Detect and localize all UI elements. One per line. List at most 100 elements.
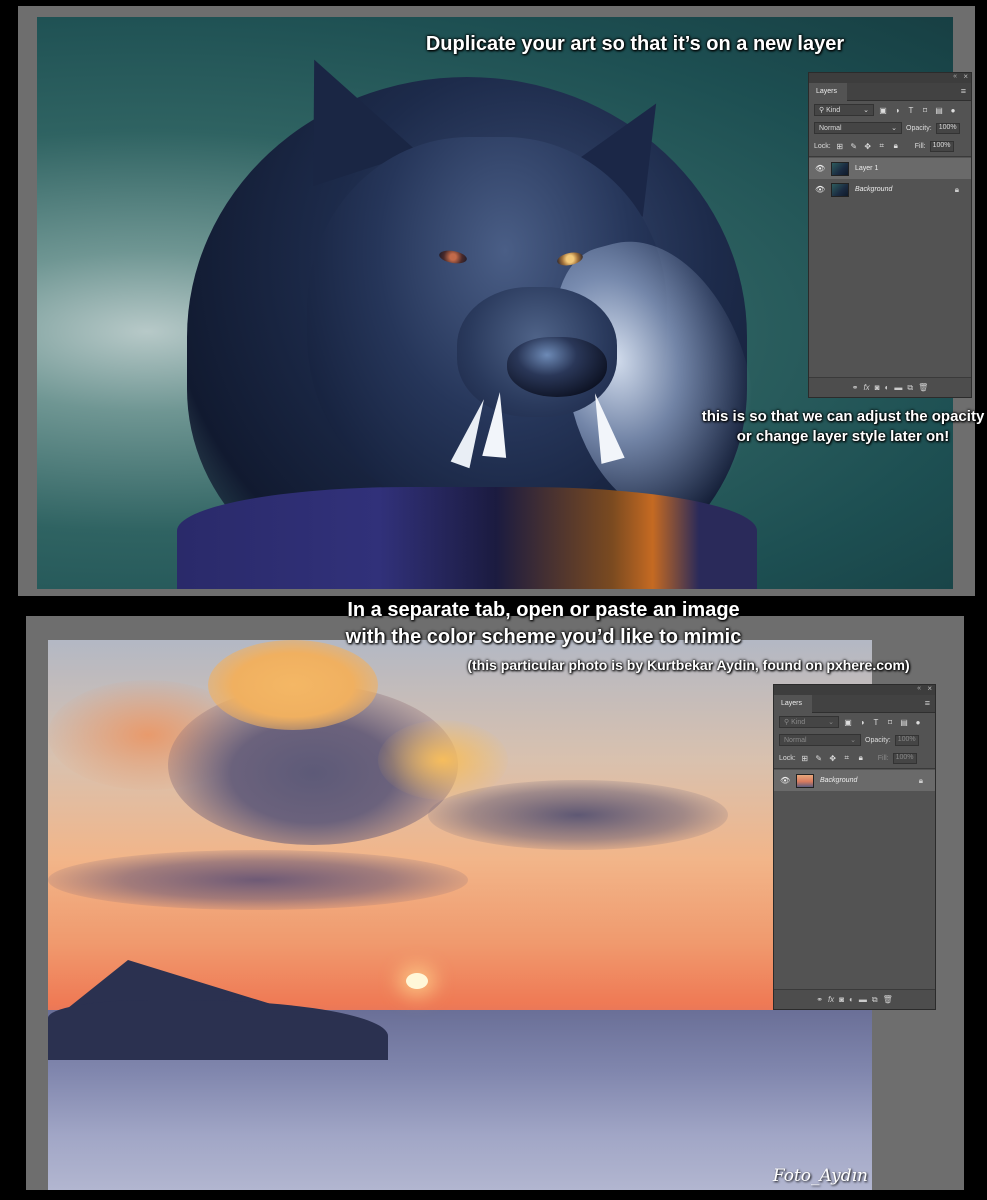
link-icon[interactable]: ⚭ (852, 383, 859, 392)
opacity-input[interactable]: 100% (894, 734, 919, 746)
blend-mode-label: Normal (819, 124, 842, 132)
panel-tab-row: Layers ≡ (809, 83, 971, 101)
panel-titlebar[interactable]: « × (809, 72, 971, 83)
menu-icon[interactable]: ≡ (925, 698, 930, 708)
trash-icon[interactable]: 🗑︎ (918, 383, 928, 392)
adjustment-icon[interactable]: ◐ (849, 995, 854, 1004)
lock-artboard-icon[interactable]: ⌗ (877, 141, 887, 151)
blend-mode-select[interactable]: Normal ⌄ (814, 122, 902, 134)
close-icon[interactable]: × (927, 684, 932, 693)
fx-icon[interactable]: fx (863, 383, 869, 392)
layer-name[interactable]: Background (855, 186, 892, 193)
layer-row-layer-1[interactable]: 👁︎ Layer 1 (809, 158, 971, 179)
layer-name[interactable]: Layer 1 (855, 165, 878, 172)
new-layer-icon[interactable]: ⧉ (872, 995, 878, 1005)
tab-layers[interactable]: Layers (774, 695, 812, 713)
type-filter-icon[interactable]: T (871, 718, 881, 727)
fill-label: Fill: (877, 754, 889, 762)
layer-thumbnail (831, 161, 849, 176)
folder-icon[interactable]: ▬ (859, 995, 867, 1004)
new-layer-icon[interactable]: ⧉ (907, 383, 913, 393)
mask-icon[interactable]: ◙ (839, 995, 844, 1004)
wolf-nose (507, 337, 607, 397)
mask-icon[interactable]: ◙ (875, 383, 880, 392)
search-icon: ⚲ (784, 719, 790, 726)
layer-row-background[interactable]: 👁︎ Background 🔒︎ (809, 179, 971, 200)
trash-icon[interactable]: 🗑︎ (883, 995, 893, 1004)
adjustment-filter-icon[interactable]: ◑ (892, 106, 902, 115)
divider (809, 156, 971, 157)
divider (774, 768, 935, 769)
caption-separate-tab-line2: with the color scheme you’d like to mimi… (345, 626, 742, 648)
layer-name[interactable]: Background (820, 777, 857, 784)
chevron-down-icon: ⌄ (891, 125, 897, 132)
blend-row: Normal ⌄ Opacity: 100% (809, 119, 971, 137)
filter-toggle-icon[interactable]: ● (913, 718, 923, 727)
link-icon[interactable]: ⚭ (816, 995, 823, 1004)
chevron-down-icon: ⌄ (828, 719, 834, 726)
lock-all-icon[interactable]: 🔒︎ (856, 753, 866, 763)
fx-icon[interactable]: fx (828, 995, 834, 1004)
shape-filter-icon[interactable]: ⌑ (920, 106, 930, 115)
filter-row: ⚲ Kind ⌄ ▣ ◑ T ⌑ ▤ ● (774, 713, 935, 731)
adjustment-icon[interactable]: ◐ (885, 383, 890, 392)
opacity-label: Opacity: (906, 124, 932, 132)
fill-input[interactable]: 100% (892, 752, 917, 764)
filter-kind-select[interactable]: ⚲ Kind ⌄ (814, 104, 874, 116)
lock-label: Lock: (779, 754, 796, 762)
adjustment-filter-icon[interactable]: ◑ (857, 718, 867, 727)
lock-move-icon[interactable]: ✥ (863, 142, 873, 151)
cloud-band (48, 850, 468, 910)
lock-all-icon[interactable]: 🔒︎ (891, 141, 901, 151)
opacity-input[interactable]: 100% (935, 122, 960, 134)
reference-photo-canvas[interactable]: Foto_Aydın (48, 640, 872, 1190)
smart-object-filter-icon[interactable]: ▤ (934, 106, 944, 115)
eye-icon[interactable]: 👁︎ (815, 185, 827, 194)
collapse-icon[interactable]: « (953, 73, 957, 80)
opacity-label: Opacity: (865, 736, 891, 744)
smart-object-filter-icon[interactable]: ▤ (899, 718, 909, 727)
collapse-icon[interactable]: « (917, 685, 921, 692)
caption-separate-tab-line1: In a separate tab, open or paste an imag… (347, 599, 740, 621)
image-filter-icon[interactable]: ▣ (878, 106, 888, 115)
close-icon[interactable]: × (963, 72, 968, 81)
panel-footer: ⚭ fx ◙ ◐ ▬ ⧉ 🗑︎ (809, 377, 971, 397)
lock-icon: 🔒︎ (918, 775, 923, 785)
search-icon: ⚲ (819, 107, 825, 114)
lock-transparent-icon[interactable]: ⊞ (835, 142, 845, 151)
cloud-highlight (208, 640, 378, 730)
chevron-down-icon: ⌄ (863, 107, 869, 114)
layers-panel-top: « × Layers ≡ ⚲ Kind ⌄ ▣ ◑ T ⌑ ▤ ● Normal ⌄… (808, 72, 972, 398)
wolf-collar (177, 487, 757, 589)
lock-brush-icon[interactable]: ✎ (814, 754, 824, 763)
tab-layers[interactable]: Layers (809, 83, 847, 101)
folder-icon[interactable]: ▬ (894, 383, 902, 392)
eye-icon[interactable]: 👁︎ (815, 164, 827, 173)
fill-label: Fill: (914, 142, 926, 150)
layer-thumbnail (796, 773, 814, 788)
type-filter-icon[interactable]: T (906, 106, 916, 115)
sun (406, 973, 428, 989)
lock-artboard-icon[interactable]: ⌗ (842, 753, 852, 763)
blend-mode-select[interactable]: Normal ⌄ (779, 734, 861, 746)
lock-transparent-icon[interactable]: ⊞ (800, 754, 810, 763)
chevron-down-icon: ⌄ (850, 737, 856, 744)
image-filter-icon[interactable]: ▣ (843, 718, 853, 727)
filter-kind-label: Kind (826, 107, 841, 114)
panel-footer: ⚭ fx ◙ ◐ ▬ ⧉ 🗑︎ (774, 989, 935, 1009)
filter-toggle-icon[interactable]: ● (948, 106, 958, 115)
lock-label: Lock: (814, 142, 831, 150)
filter-kind-select[interactable]: ⚲ Kind ⌄ (779, 716, 839, 728)
shape-filter-icon[interactable]: ⌑ (885, 718, 895, 727)
eye-icon[interactable]: 👁︎ (780, 776, 792, 785)
lock-brush-icon[interactable]: ✎ (849, 142, 859, 151)
blend-mode-label: Normal (784, 736, 807, 744)
menu-icon[interactable]: ≡ (961, 86, 966, 96)
fill-input[interactable]: 100% (929, 140, 954, 152)
lock-row: Lock: ⊞ ✎ ✥ ⌗ 🔒︎ Fill: 100% (809, 137, 971, 155)
lock-row: Lock: ⊞ ✎ ✥ ⌗ 🔒︎ Fill: 100% (774, 749, 935, 767)
layer-row-background[interactable]: 👁︎ Background 🔒︎ (774, 770, 935, 791)
caption-duplicate: Duplicate your art so that it’s on a new… (425, 33, 845, 55)
panel-titlebar[interactable]: « × (774, 684, 935, 695)
lock-move-icon[interactable]: ✥ (828, 754, 838, 763)
